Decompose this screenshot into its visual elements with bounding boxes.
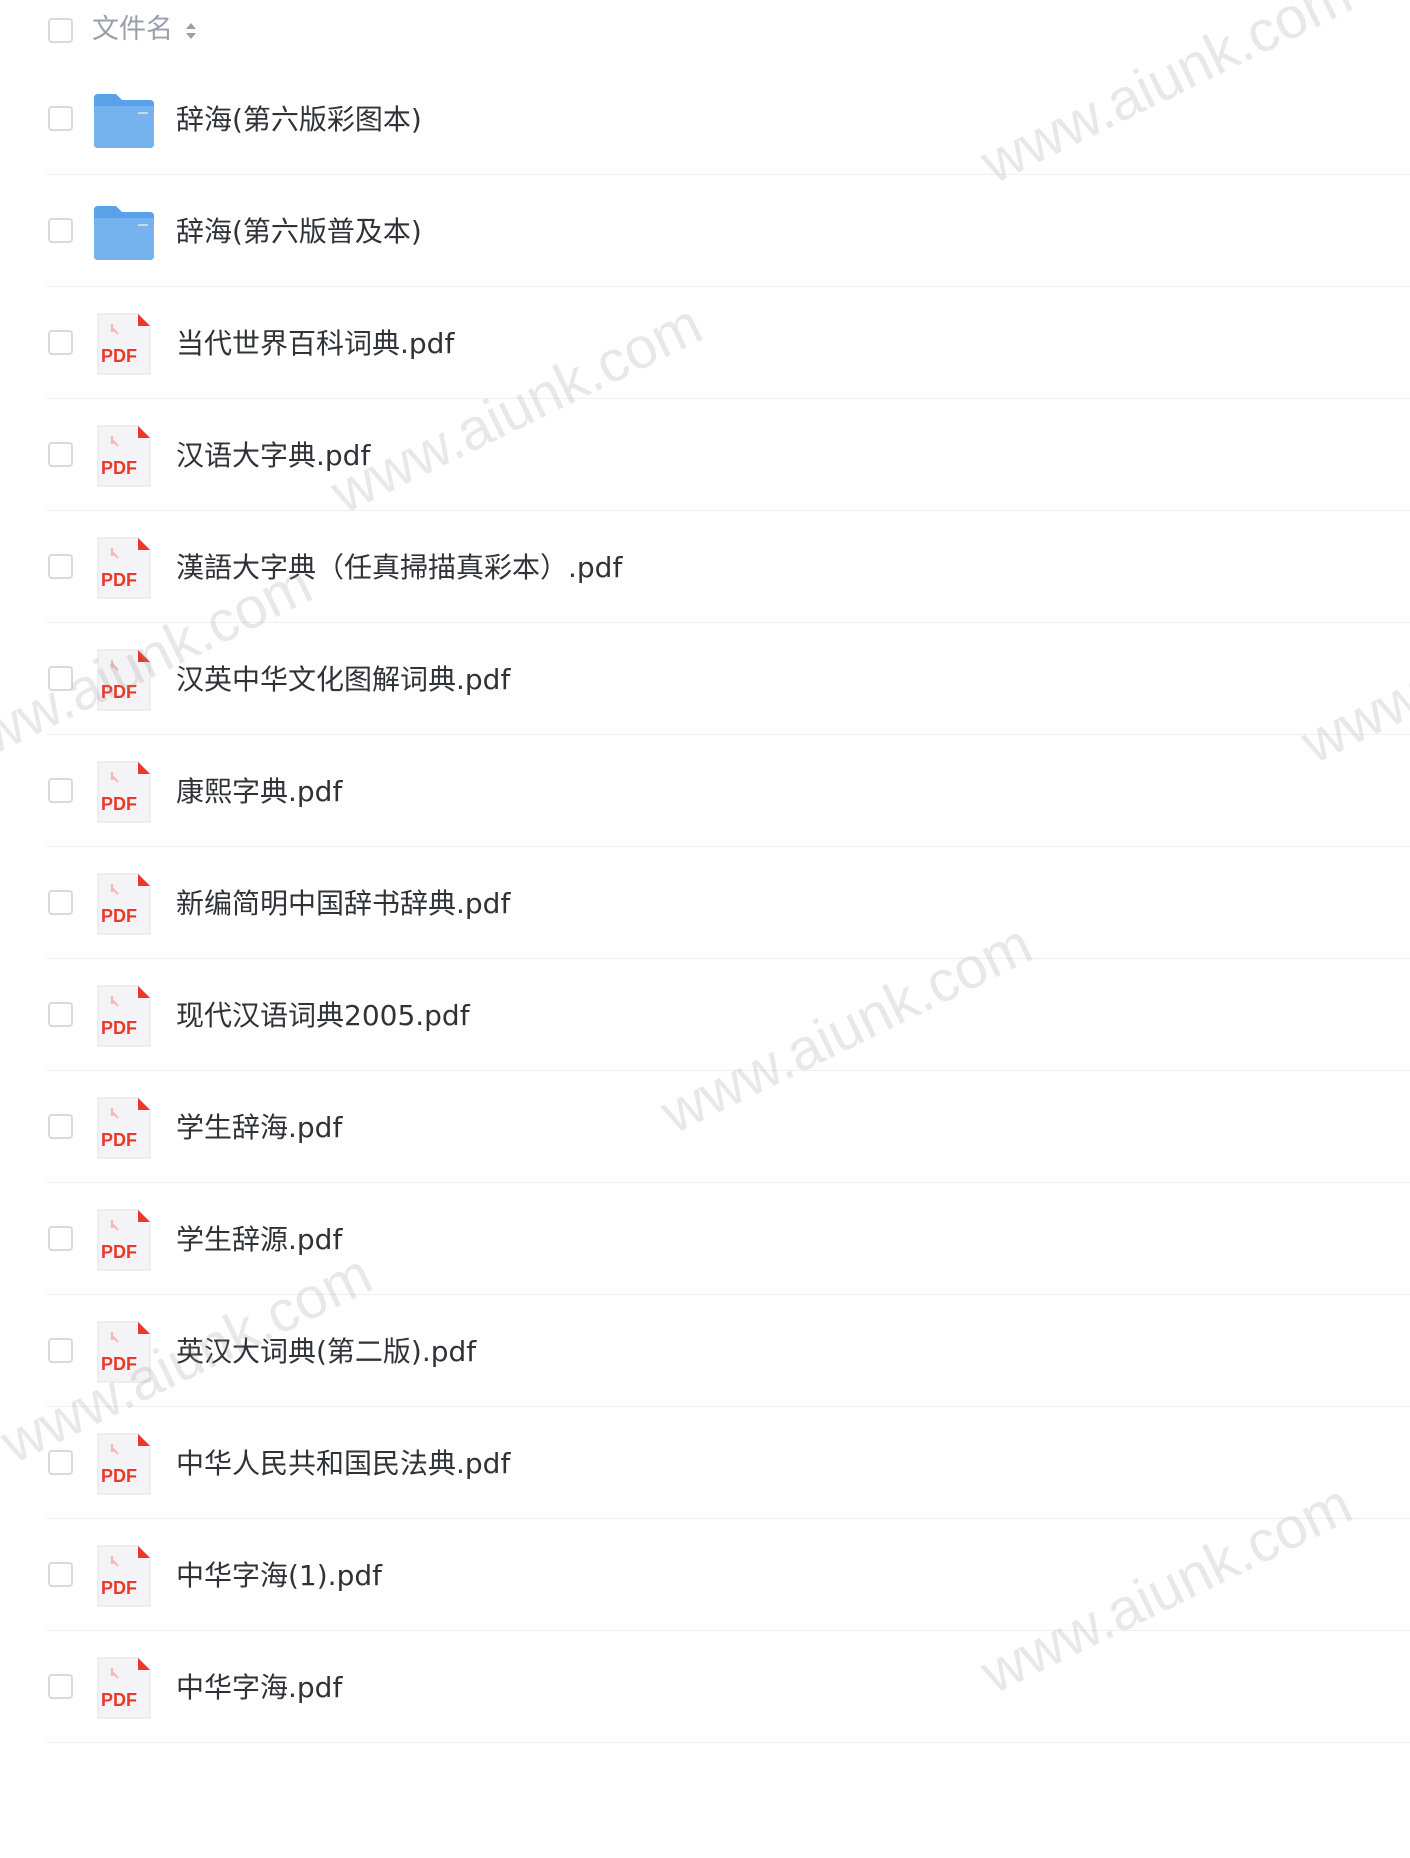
pdf-file-icon: PDF bbox=[92, 536, 156, 600]
pdf-file-icon: PDF bbox=[92, 424, 156, 488]
file-name[interactable]: 当代世界百科词典.pdf bbox=[176, 324, 454, 364]
file-name[interactable]: 汉语大字典.pdf bbox=[176, 436, 370, 476]
row-checkbox[interactable] bbox=[48, 1674, 73, 1699]
pdf-file-icon: PDF bbox=[92, 648, 156, 712]
file-row[interactable]: PDF 当代世界百科词典.pdf bbox=[0, 287, 1410, 399]
file-name[interactable]: 辞海(第六版彩图本) bbox=[176, 100, 422, 140]
file-row[interactable]: 辞海(第六版普及本) bbox=[0, 175, 1410, 287]
file-list: 辞海(第六版彩图本) 辞海(第六版普及本) PDF 当代世界百科词典.pdf PDF 汉语… bbox=[0, 63, 1410, 1743]
row-checkbox[interactable] bbox=[48, 218, 73, 243]
select-all-checkbox[interactable] bbox=[48, 18, 73, 43]
row-checkbox[interactable] bbox=[48, 1114, 73, 1139]
file-name[interactable]: 中华人民共和国民法典.pdf bbox=[176, 1444, 510, 1484]
row-checkbox[interactable] bbox=[48, 106, 73, 131]
pdf-file-icon: PDF bbox=[92, 872, 156, 936]
file-name[interactable]: 新编简明中国辞书辞典.pdf bbox=[176, 884, 510, 924]
sort-icon[interactable] bbox=[184, 19, 198, 43]
file-row[interactable]: PDF 中华字海(1).pdf bbox=[0, 1519, 1410, 1631]
file-name[interactable]: 辞海(第六版普及本) bbox=[176, 212, 422, 252]
file-manager-page: 文件名 辞海(第六版彩图本) 辞海(第六版普及本) PDF 当代世界百科词典.pdf P… bbox=[0, 0, 1410, 1858]
pdf-file-icon: PDF bbox=[92, 760, 156, 824]
file-row[interactable]: PDF 新编简明中国辞书辞典.pdf bbox=[0, 847, 1410, 959]
pdf-badge-text: PDF bbox=[101, 346, 137, 366]
pdf-badge-text: PDF bbox=[101, 1690, 137, 1710]
file-name[interactable]: 康熙字典.pdf bbox=[176, 772, 342, 812]
file-row[interactable]: PDF 康熙字典.pdf bbox=[0, 735, 1410, 847]
row-checkbox[interactable] bbox=[48, 1338, 73, 1363]
file-name[interactable]: 英汉大词典(第二版).pdf bbox=[176, 1332, 476, 1372]
row-checkbox[interactable] bbox=[48, 778, 73, 803]
pdf-badge-text: PDF bbox=[101, 458, 137, 478]
pdf-badge-text: PDF bbox=[101, 794, 137, 814]
folder-icon bbox=[92, 88, 156, 152]
row-checkbox[interactable] bbox=[48, 1002, 73, 1027]
pdf-file-icon: PDF bbox=[92, 1656, 156, 1720]
pdf-badge-text: PDF bbox=[101, 1130, 137, 1150]
file-name[interactable]: 中华字海.pdf bbox=[176, 1668, 342, 1708]
pdf-file-icon: PDF bbox=[92, 1320, 156, 1384]
file-name[interactable]: 现代汉语词典2005.pdf bbox=[176, 996, 470, 1036]
pdf-badge-text: PDF bbox=[101, 1578, 137, 1598]
file-row[interactable]: PDF 中华字海.pdf bbox=[0, 1631, 1410, 1743]
file-name[interactable]: 学生辞源.pdf bbox=[176, 1220, 342, 1260]
pdf-file-icon: PDF bbox=[92, 312, 156, 376]
row-checkbox[interactable] bbox=[48, 1226, 73, 1251]
pdf-file-icon: PDF bbox=[92, 1208, 156, 1272]
pdf-badge-text: PDF bbox=[101, 1466, 137, 1486]
pdf-badge-text: PDF bbox=[101, 1242, 137, 1262]
row-checkbox[interactable] bbox=[48, 442, 73, 467]
file-name[interactable]: 学生辞海.pdf bbox=[176, 1108, 342, 1148]
pdf-file-icon: PDF bbox=[92, 1544, 156, 1608]
file-row[interactable]: 辞海(第六版彩图本) bbox=[0, 63, 1410, 175]
pdf-badge-text: PDF bbox=[101, 906, 137, 926]
file-row[interactable]: PDF 汉英中华文化图解词典.pdf bbox=[0, 623, 1410, 735]
file-name[interactable]: 漢語大字典（任真掃描真彩本）.pdf bbox=[176, 548, 622, 588]
pdf-file-icon: PDF bbox=[92, 1432, 156, 1496]
pdf-file-icon: PDF bbox=[92, 1096, 156, 1160]
folder-icon bbox=[92, 200, 156, 264]
pdf-badge-text: PDF bbox=[101, 1018, 137, 1038]
pdf-badge-text: PDF bbox=[101, 570, 137, 590]
file-row[interactable]: PDF 汉语大字典.pdf bbox=[0, 399, 1410, 511]
file-row[interactable]: PDF 中华人民共和国民法典.pdf bbox=[0, 1407, 1410, 1519]
file-row[interactable]: PDF 英汉大词典(第二版).pdf bbox=[0, 1295, 1410, 1407]
filename-column-header[interactable]: 文件名 bbox=[92, 12, 173, 48]
file-row[interactable]: PDF 现代汉语词典2005.pdf bbox=[0, 959, 1410, 1071]
pdf-badge-text: PDF bbox=[101, 682, 137, 702]
file-row[interactable]: PDF 学生辞源.pdf bbox=[0, 1183, 1410, 1295]
file-list-header: 文件名 bbox=[0, 0, 1410, 60]
pdf-file-icon: PDF bbox=[92, 984, 156, 1048]
file-name[interactable]: 中华字海(1).pdf bbox=[176, 1556, 382, 1596]
row-checkbox[interactable] bbox=[48, 330, 73, 355]
row-checkbox[interactable] bbox=[48, 554, 73, 579]
row-checkbox[interactable] bbox=[48, 890, 73, 915]
file-row[interactable]: PDF 学生辞海.pdf bbox=[0, 1071, 1410, 1183]
row-checkbox[interactable] bbox=[48, 1450, 73, 1475]
row-checkbox[interactable] bbox=[48, 1562, 73, 1587]
file-row[interactable]: PDF 漢語大字典（任真掃描真彩本）.pdf bbox=[0, 511, 1410, 623]
pdf-badge-text: PDF bbox=[101, 1354, 137, 1374]
file-name[interactable]: 汉英中华文化图解词典.pdf bbox=[176, 660, 510, 700]
row-checkbox[interactable] bbox=[48, 666, 73, 691]
